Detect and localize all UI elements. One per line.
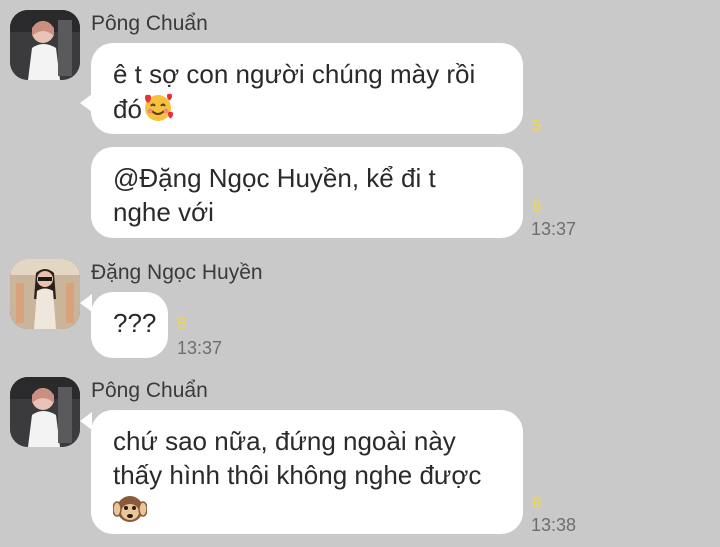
read-count-badge: 6 bbox=[532, 493, 542, 512]
message-text-line: nghe với bbox=[113, 197, 214, 227]
avatar-photo-icon bbox=[10, 10, 80, 80]
message-timestamp: 13:37 bbox=[177, 338, 223, 358]
sender-name: Pông Chuẩn bbox=[91, 12, 208, 35]
sender-avatar[interactable] bbox=[10, 259, 80, 329]
sender-name: Đặng Ngọc Huyền bbox=[91, 261, 263, 284]
message-bubble[interactable]: ê t sợ con người chúng mày rồi đó bbox=[91, 43, 523, 134]
message-text-line: thấy hình thôi không nghe được bbox=[113, 460, 482, 490]
bubble-tail bbox=[80, 294, 92, 312]
hear-no-evil-monkey-icon bbox=[112, 492, 148, 534]
message-text-line: chứ sao nữa, đứng ngoài này bbox=[113, 426, 456, 456]
bubble-tail bbox=[80, 412, 92, 430]
message-timestamp: 13:37 bbox=[531, 219, 577, 239]
message-text-line: ê t sợ con người chúng mày rồi bbox=[113, 59, 476, 89]
message-text-line: @Đặng Ngọc Huyền, kể đi t bbox=[113, 163, 436, 193]
message-bubble[interactable]: chứ sao nữa, đứng ngoài này thấy hình th… bbox=[91, 410, 523, 534]
smiling-face-with-hearts-icon bbox=[142, 91, 174, 131]
message-bubble[interactable]: @Đặng Ngọc Huyền, kể đi t nghe với bbox=[91, 147, 523, 238]
sender-avatar[interactable] bbox=[10, 377, 80, 447]
message-text-line: đó bbox=[113, 93, 142, 124]
avatar-photo-icon bbox=[10, 377, 80, 447]
sender-avatar[interactable] bbox=[10, 10, 80, 80]
read-count-badge: 5 bbox=[532, 197, 542, 216]
sender-name: Pông Chuẩn bbox=[91, 379, 208, 402]
read-count-badge: 5 bbox=[177, 314, 187, 333]
avatar-photo-icon bbox=[10, 259, 80, 329]
read-count-badge: 5 bbox=[532, 116, 542, 135]
message-timestamp: 13:38 bbox=[531, 515, 577, 535]
message-bubble[interactable]: ??? bbox=[91, 292, 168, 358]
message-text-line: ??? bbox=[113, 308, 157, 338]
